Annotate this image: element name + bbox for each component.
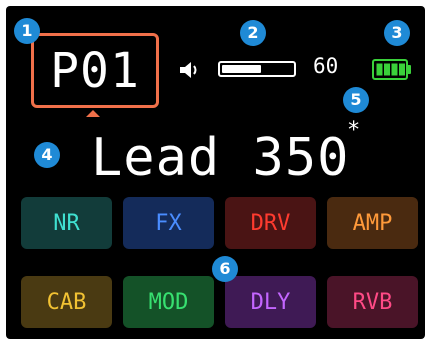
effect-block-label: NR <box>53 210 80 236</box>
effect-block-label: AMP <box>352 210 393 236</box>
patch-name[interactable]: Lead 350 <box>91 132 349 184</box>
effect-block-cab[interactable]: CAB <box>21 276 112 328</box>
effect-block-fx[interactable]: FX <box>123 197 214 249</box>
effect-block-label: RVB <box>352 289 393 315</box>
modified-indicator: * <box>347 118 361 143</box>
callout-5: 5 <box>343 87 369 113</box>
callout-2: 2 <box>240 20 266 46</box>
speaker-icon <box>180 62 197 78</box>
preset-pointer-icon <box>86 110 100 117</box>
effect-block-label: DRV <box>250 210 291 236</box>
effect-block-amp[interactable]: AMP <box>327 197 418 249</box>
volume-bar-fill <box>222 65 261 73</box>
effect-block-dly[interactable]: DLY <box>225 276 316 328</box>
battery-segment <box>384 63 390 76</box>
device-screen: P01 60 Lead 350 * NR FX DRV AMP CAB MOD DLY RVB <box>6 6 425 339</box>
preset-number-display[interactable]: P01 <box>31 33 159 108</box>
battery-icon <box>372 59 411 80</box>
callout-4: 4 <box>34 142 60 168</box>
battery-segment <box>391 63 398 76</box>
effect-block-drv[interactable]: DRV <box>225 197 316 249</box>
effect-block-label: MOD <box>148 289 189 315</box>
volume-value: 60 <box>313 54 339 78</box>
effect-block-rvb[interactable]: RVB <box>327 276 418 328</box>
preset-number: P01 <box>50 42 140 99</box>
callout-1: 1 <box>14 18 40 44</box>
volume-bar[interactable] <box>218 61 296 77</box>
callout-6: 6 <box>212 256 238 282</box>
callout-3: 3 <box>384 20 410 46</box>
effect-block-mod[interactable]: MOD <box>123 276 214 328</box>
battery-segment <box>399 63 405 76</box>
effect-block-label: DLY <box>250 289 291 315</box>
effect-block-label: FX <box>155 210 182 236</box>
effect-block-label: CAB <box>46 289 87 315</box>
battery-segment <box>376 63 383 76</box>
effect-block-nr[interactable]: NR <box>21 197 112 249</box>
